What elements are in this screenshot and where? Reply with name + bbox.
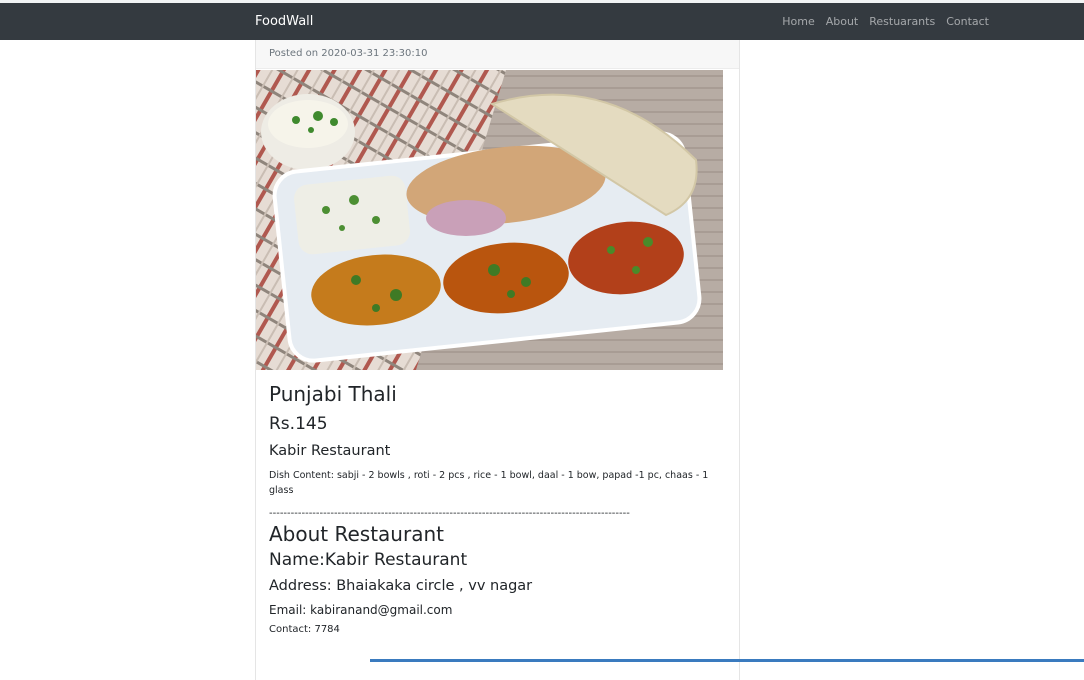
card-body: Punjabi Thali Rs.145 Kabir Restaurant Di… <box>269 382 719 637</box>
posted-on: Posted on 2020-03-31 23:30:10 <box>256 40 739 69</box>
navbar-brand[interactable]: FoodWall <box>255 3 313 40</box>
dish-title: Punjabi Thali <box>269 382 397 406</box>
restaurant-email: Email: kabiranand@gmail.com <box>269 603 453 618</box>
dish-image <box>256 70 723 370</box>
dish-content: Dish Content: sabji - 2 bowls , roti - 2… <box>269 470 709 497</box>
dish-price: Rs.145 <box>269 414 328 434</box>
section-divider: ----------------------------------------… <box>269 507 630 519</box>
nav-links: Home About Restuarants Contact <box>771 3 989 40</box>
nav-link-home[interactable]: Home <box>782 15 814 28</box>
restaurant-contact: Contact: 7784 <box>269 624 340 636</box>
nav-link-contact[interactable]: Contact <box>946 15 989 28</box>
about-restaurant-heading: About Restaurant <box>269 521 444 546</box>
dish-restaurant: Kabir Restaurant <box>269 443 391 460</box>
nav-link-about[interactable]: About <box>826 15 859 28</box>
post-card: Posted on 2020-03-31 23:30:10 Punjabi Th… <box>255 40 740 680</box>
nav-link-restaurants[interactable]: Restuarants <box>869 15 935 28</box>
restaurant-address: Address: Bhaiakaka circle , vv nagar <box>269 577 533 594</box>
navbar: FoodWall Home About Restuarants Contact <box>0 3 1084 40</box>
restaurant-name: Name:Kabir Restaurant <box>269 549 468 570</box>
